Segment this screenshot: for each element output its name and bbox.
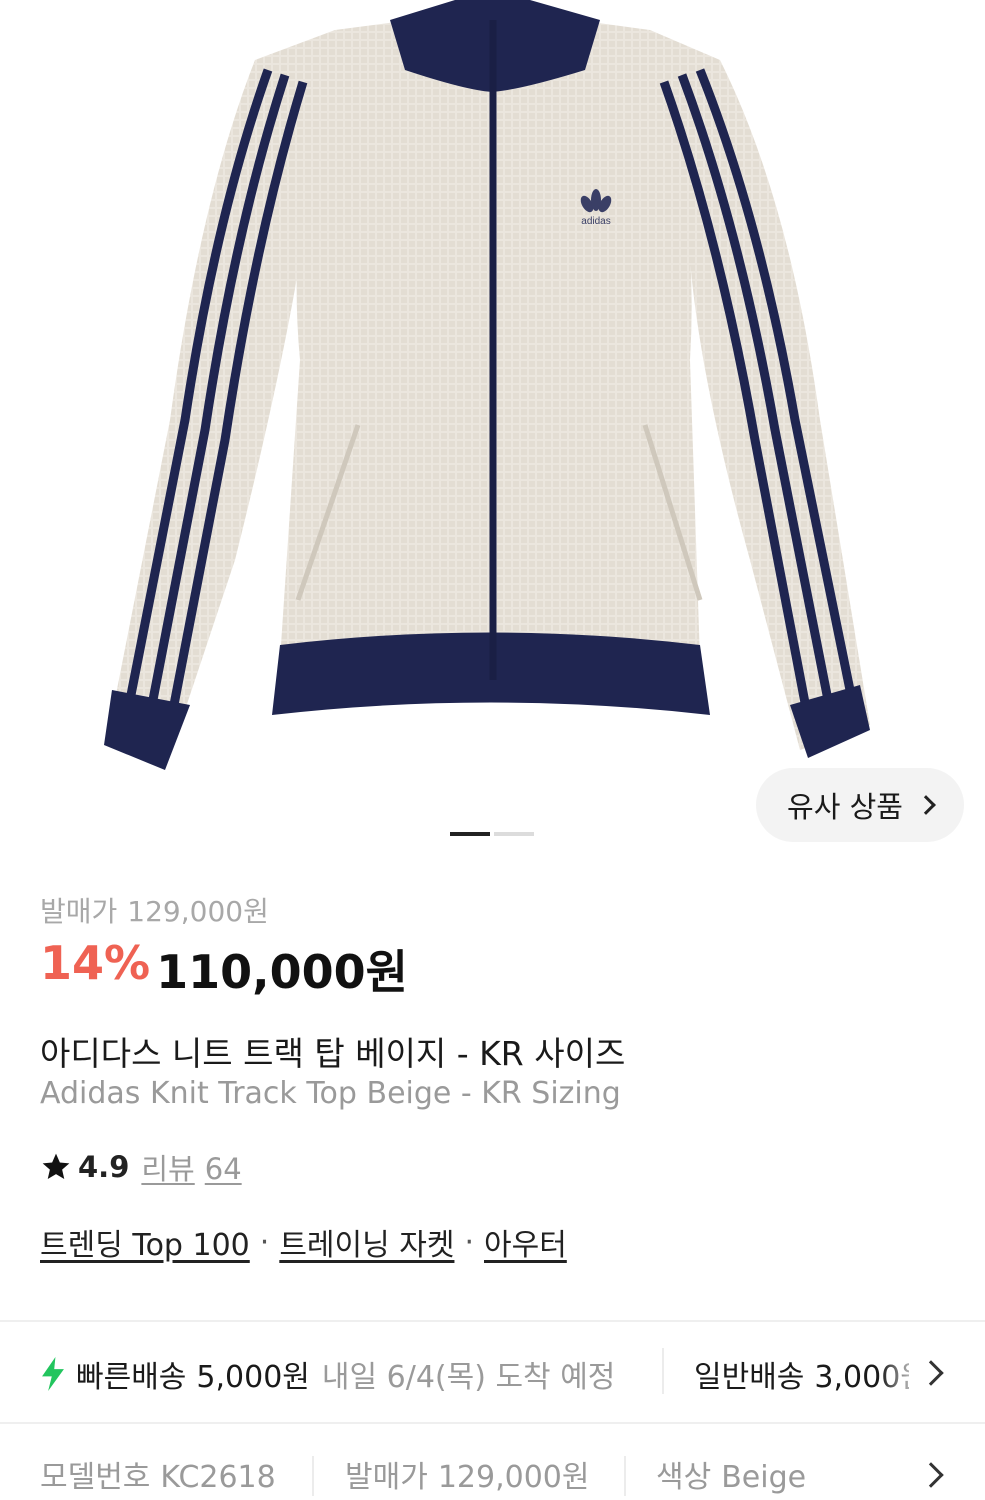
rating-score: 4.9 (78, 1150, 130, 1184)
spec-key: 모델번호 (40, 1460, 151, 1495)
tag-outer[interactable]: 아우터 (484, 1220, 567, 1264)
spec-separator (624, 1456, 626, 1496)
spec-value: Beige (721, 1460, 807, 1495)
original-price-label: 발매가 (40, 895, 118, 928)
product-name-ko: 아디다스 니트 트랙 탑 베이지 - KR 사이즈 (40, 1034, 626, 1073)
product-specs[interactable]: 모델번호 KC2618 발매가 129,000원 색상 Beige (0, 1424, 985, 1500)
jacket-image: adidas (104, 0, 870, 770)
original-price: 발매가 129,000원 (40, 890, 269, 930)
spec-color: 색상 Beige (656, 1452, 806, 1496)
spec-release-price: 발매가 129,000원 (345, 1452, 589, 1496)
spec-separator (312, 1456, 314, 1496)
rating-row: 4.9 리뷰 64 (40, 1146, 242, 1188)
original-price-value: 129,000원 (127, 895, 269, 928)
gallery-pagination[interactable] (450, 832, 534, 836)
tag-separator: · (464, 1224, 474, 1260)
category-tags: 트렌딩 Top 100 · 트레이닝 자켓 · 아우터 (40, 1220, 567, 1264)
star-icon (42, 1153, 70, 1179)
product-image-gallery[interactable]: adidas (0, 0, 985, 860)
normal-shipping-label: 일반배송 (694, 1360, 805, 1395)
brand-logo-text: adidas (581, 216, 610, 227)
spec-value: KC2618 (160, 1460, 276, 1495)
pagination-dot-1[interactable] (450, 832, 490, 836)
spec-key: 발매가 (345, 1460, 428, 1495)
tag-separator: · (259, 1224, 270, 1260)
fast-shipping-eta: 내일 6/4(목) 도착 예정 (321, 1360, 616, 1395)
normal-shipping[interactable]: 일반배송3,000원 (694, 1352, 909, 1396)
fast-shipping-label: 빠른배송 (76, 1360, 187, 1395)
similar-products-label: 유사 상품 (787, 790, 903, 824)
lightning-icon (42, 1357, 64, 1391)
review-label: 리뷰 (141, 1152, 195, 1186)
similar-products-button[interactable]: 유사 상품 (756, 768, 964, 842)
product-name-en: Adidas Knit Track Top Beige - KR Sizing (40, 1076, 621, 1111)
pagination-dot-2[interactable] (494, 832, 534, 836)
tag-training-jacket[interactable]: 트레이닝 자켓 (279, 1220, 454, 1264)
shipping-options[interactable]: 빠른배송 5,000원 내일 6/4(목) 도착 예정 일반배송3,000원 (0, 1322, 985, 1422)
spec-model-number: 모델번호 KC2618 (40, 1452, 276, 1496)
review-link[interactable]: 리뷰 64 (141, 1146, 241, 1188)
chevron-right-icon (916, 795, 936, 815)
review-count: 64 (204, 1152, 242, 1186)
sale-price-row: 14% 110,000원 (40, 936, 408, 1002)
fast-shipping-price: 5,000원 (196, 1360, 310, 1395)
fast-shipping[interactable]: 빠른배송 5,000원 내일 6/4(목) 도착 예정 (40, 1352, 615, 1396)
discount-rate: 14% (40, 936, 151, 990)
spec-value: 129,000원 (437, 1460, 590, 1495)
chevron-right-icon[interactable] (918, 1462, 944, 1488)
shipping-separator (662, 1348, 664, 1394)
tag-trending[interactable]: 트렌딩 Top 100 (40, 1220, 250, 1264)
sale-price: 110,000원 (156, 945, 408, 999)
spec-key: 색상 (656, 1460, 712, 1495)
